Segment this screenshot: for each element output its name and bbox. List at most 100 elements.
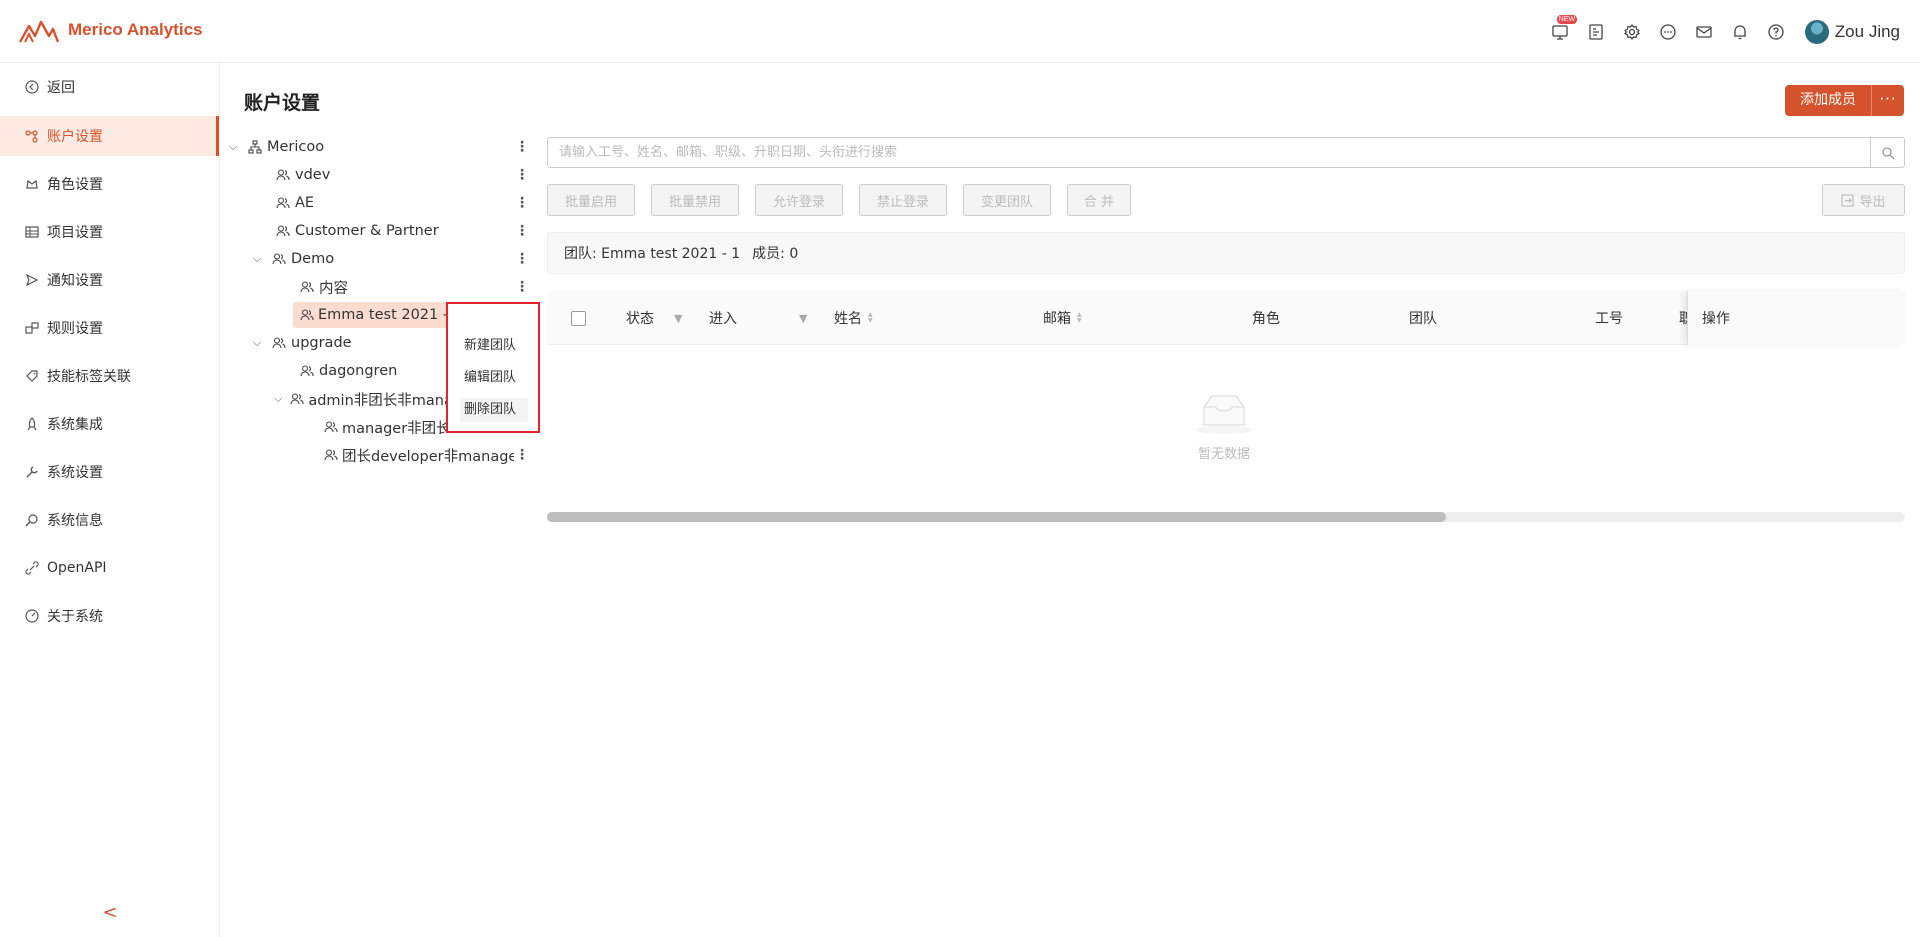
empty-text: 暂无数据 xyxy=(1197,447,1250,462)
sidebar-item-skill-tags[interactable]: 技能标签关联 xyxy=(0,356,219,396)
tree-node[interactable]: ⌵ admin非团长非manager xyxy=(274,386,446,412)
app-header: Merico Analytics NEW Zou Jing xyxy=(0,0,1920,63)
tree-node-label: manager非团长developer xyxy=(342,420,446,437)
filter-icon[interactable]: ▼ xyxy=(674,291,682,345)
menu-item-new-team[interactable]: 新建团队 xyxy=(460,334,528,358)
bell-icon[interactable] xyxy=(1729,21,1751,43)
help-icon[interactable] xyxy=(1765,21,1787,43)
add-member-button[interactable]: 添加成员 xyxy=(1785,85,1871,116)
tree-node-menu-icon[interactable]: ⋮ xyxy=(515,274,529,300)
scrollbar-thumb[interactable] xyxy=(547,512,1446,522)
menu-item-delete-team[interactable]: 删除团队 xyxy=(460,398,528,422)
tree-node-label: upgrade xyxy=(291,335,352,351)
forbid-login-button[interactable]: 禁止登录 xyxy=(859,184,947,216)
tree-node[interactable]: Customer & Partner xyxy=(276,218,439,244)
column-header-email[interactable]: 邮箱 ▲ ▼ xyxy=(1043,291,1082,345)
avatar[interactable] xyxy=(1804,19,1829,44)
gear-icon[interactable] xyxy=(1621,21,1643,43)
brand-name[interactable]: Merico Analytics xyxy=(68,20,202,40)
tree-node-menu-icon[interactable]: ⋮ xyxy=(515,134,529,160)
empty-state: 暂无数据 xyxy=(1194,393,1254,462)
header-toolbar: NEW Zou Jing xyxy=(1549,0,1920,63)
tree-node-menu-icon[interactable]: ⋮ xyxy=(515,218,529,244)
sidebar-item-about[interactable]: 关于系统 xyxy=(0,596,219,636)
tree-node[interactable]: vdev xyxy=(276,162,330,188)
more-actions-button[interactable]: ··· xyxy=(1871,85,1904,116)
gauge-icon xyxy=(24,608,40,624)
sidebar-item-role-settings[interactable]: 角色设置 xyxy=(0,164,219,204)
sidebar-item-notification-settings[interactable]: 通知设置 xyxy=(0,260,219,300)
search-input[interactable] xyxy=(548,138,1871,167)
team-icon xyxy=(324,448,338,463)
column-header-role: 角色 xyxy=(1252,311,1280,327)
team-icon xyxy=(300,280,315,295)
tree-node[interactable]: 团长developer非manager xyxy=(324,442,514,468)
sidebar-item-system-info[interactable]: 系统信息 xyxy=(0,500,219,540)
chevron-down-icon[interactable]: ⌵ xyxy=(226,140,240,154)
tree-node[interactable]: manager非团长developer xyxy=(324,414,446,440)
tree-context-menu: 新建团队 编辑团队 删除团队 xyxy=(446,302,540,433)
column-header-employee-id: 工号 xyxy=(1595,311,1623,327)
sidebar-item-rule-settings[interactable]: 规则设置 xyxy=(0,308,219,348)
sidebar-item-back[interactable]: 返回 xyxy=(0,67,219,107)
merico-logo-icon[interactable] xyxy=(19,18,59,44)
sidebar-item-openapi[interactable]: OpenAPI xyxy=(0,548,219,588)
sidebar-item-account-settings[interactable]: 账户设置 xyxy=(0,116,219,156)
sidebar-collapse-button[interactable]: < xyxy=(100,902,120,923)
export-button[interactable]: 导出 xyxy=(1822,184,1905,216)
select-all-checkbox[interactable] xyxy=(571,311,586,326)
sidebar-item-label: 规则设置 xyxy=(47,321,103,337)
tree-node-menu-icon[interactable]: ⋮ xyxy=(515,190,529,216)
link-icon xyxy=(24,560,40,576)
tree-node-menu-icon[interactable]: ⋮ xyxy=(515,442,529,468)
search-button[interactable] xyxy=(1870,138,1904,167)
bulk-disable-button[interactable]: 批量禁用 xyxy=(651,184,739,216)
horizontal-scrollbar[interactable] xyxy=(547,512,1905,522)
sidebar-item-label: 角色设置 xyxy=(47,177,103,193)
sidebar-item-label: 返回 xyxy=(47,80,75,96)
chat-icon[interactable] xyxy=(1657,21,1679,43)
sidebar-item-label: 账户设置 xyxy=(47,129,103,145)
sidebar-item-system-settings[interactable]: 系统设置 xyxy=(0,452,219,492)
empty-inbox-icon xyxy=(1196,395,1252,434)
tree-node[interactable]: 内容 xyxy=(300,274,348,300)
tree-node[interactable]: ⌵ upgrade xyxy=(250,330,352,356)
merge-button[interactable]: 合 并 xyxy=(1067,184,1131,216)
column-header-enter[interactable]: 进入 xyxy=(709,291,737,345)
filter-icon[interactable]: ▼ xyxy=(799,291,807,345)
tree-node-menu-icon[interactable]: ⋮ xyxy=(515,246,529,272)
monitor-icon[interactable]: NEW xyxy=(1549,14,1578,43)
change-team-button[interactable]: 变更团队 xyxy=(963,184,1051,216)
tree-node[interactable]: AE xyxy=(276,190,314,216)
grid-icon xyxy=(24,224,40,240)
dashboard-icon[interactable] xyxy=(1585,21,1607,43)
sidebar-item-system-integration[interactable]: 系统集成 xyxy=(0,404,219,444)
tree-node-root[interactable]: ⌵ Mericoo xyxy=(226,134,324,160)
table-header: 状态 ▼ 进入 ▼ 姓名 ▲▼ 邮箱 ▲▼ 角色 团队 工号 职位 操作 xyxy=(547,291,1905,345)
sort-icon[interactable]: ▲ ▼ xyxy=(868,312,873,324)
chevron-down-icon[interactable]: ⌵ xyxy=(274,392,282,406)
tree-node[interactable]: ⌵ Demo xyxy=(250,246,334,272)
mail-icon[interactable] xyxy=(1693,21,1715,43)
menu-item-edit-team[interactable]: 编辑团队 xyxy=(460,366,528,390)
sidebar-item-project-settings[interactable]: 项目设置 xyxy=(0,212,219,252)
user-name[interactable]: Zou Jing xyxy=(1835,22,1900,42)
role-icon xyxy=(24,176,40,192)
tree-node[interactable]: dagongren xyxy=(300,358,397,384)
chevron-down-icon[interactable]: ⌵ xyxy=(250,336,264,350)
allow-login-button[interactable]: 允许登录 xyxy=(755,184,843,216)
sidebar-item-label: 项目设置 xyxy=(47,225,103,241)
tree-node-selected[interactable]: Emma test 2021 - 1 xyxy=(300,302,448,328)
user-menu[interactable]: Zou Jing xyxy=(1804,19,1900,44)
member-count: 成员: 0 xyxy=(752,246,799,262)
page-title: 账户设置 xyxy=(244,92,321,114)
tree-node-menu-icon[interactable]: ⋮ xyxy=(515,162,529,188)
chevron-down-icon[interactable]: ⌵ xyxy=(250,252,264,266)
sort-icon[interactable]: ▲ ▼ xyxy=(1077,312,1082,324)
column-header-name[interactable]: 姓名 ▲ ▼ xyxy=(834,291,873,345)
team-icon xyxy=(290,392,304,407)
search-icon xyxy=(1881,146,1894,159)
wrench-icon xyxy=(24,464,40,480)
column-header-status[interactable]: 状态 xyxy=(626,291,654,345)
bulk-enable-button[interactable]: 批量启用 xyxy=(547,184,635,216)
